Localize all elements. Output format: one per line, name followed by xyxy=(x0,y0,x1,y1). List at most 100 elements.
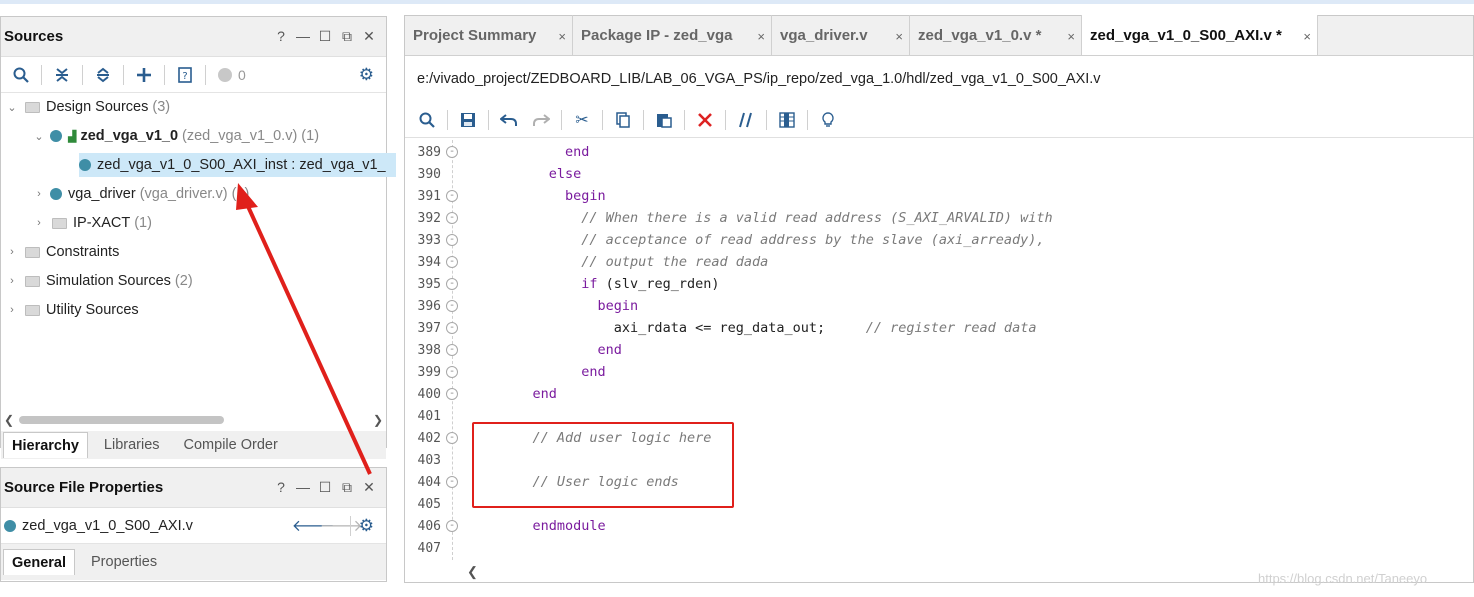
code-line[interactable]: 398- end xyxy=(405,339,1473,361)
code-line[interactable]: 390 else xyxy=(405,163,1473,185)
tree-item-ip-xact[interactable]: › IP-XACT (1) xyxy=(32,211,152,235)
column-select-icon[interactable] xyxy=(773,107,801,133)
close-icon[interactable]: ✕ xyxy=(360,28,378,45)
sources-horizontal-scrollbar[interactable]: ❮ ❯ xyxy=(1,411,386,429)
close-icon[interactable]: × xyxy=(895,29,903,44)
tree-item-zed-vga-v1-0[interactable]: ⌄ ▟ zed_vga_v1_0 (zed_vga_v1_0.v) (1) xyxy=(32,124,319,148)
save-icon[interactable] xyxy=(454,107,482,133)
unknown-status-icon[interactable]: ? xyxy=(171,62,199,88)
close-icon[interactable]: × xyxy=(558,29,566,44)
undo-icon[interactable] xyxy=(495,107,523,133)
tree-item-s00-axi-inst[interactable]: zed_vga_v1_0_S00_AXI_inst : zed_vga_v1_ xyxy=(79,153,396,177)
code-line[interactable]: 407 xyxy=(405,537,1473,559)
scroll-right-icon[interactable]: ❯ xyxy=(370,413,386,427)
code-line[interactable]: 397- axi_rdata <= reg_data_out; // regis… xyxy=(405,317,1473,339)
float-icon[interactable]: ⧉ xyxy=(338,28,356,45)
maximize-icon[interactable]: ☐ xyxy=(316,28,334,45)
add-sources-icon[interactable] xyxy=(130,62,158,88)
close-icon[interactable]: ✕ xyxy=(360,479,378,496)
fold-marker-icon[interactable]: - xyxy=(446,212,458,224)
search-icon[interactable] xyxy=(7,62,35,88)
tree-item-simulation-sources[interactable]: › Simulation Sources (2) xyxy=(5,269,193,293)
chevron-right-icon[interactable]: › xyxy=(5,275,19,287)
tree-item-utility-sources[interactable]: › Utility Sources xyxy=(5,298,139,322)
chevron-right-icon[interactable]: › xyxy=(32,188,46,200)
chevron-right-icon[interactable]: › xyxy=(5,246,19,258)
code-line[interactable]: 406- endmodule xyxy=(405,515,1473,537)
fold-marker-icon[interactable]: - xyxy=(446,432,458,444)
close-icon[interactable]: × xyxy=(1067,29,1075,44)
redo-icon[interactable] xyxy=(527,107,555,133)
properties-file-name: zed_vga_v1_0_S00_AXI.v xyxy=(22,517,193,534)
lightbulb-icon[interactable] xyxy=(814,107,842,133)
properties-file: zed_vga_v1_0_S00_AXI.v xyxy=(4,518,292,534)
code-line[interactable]: 391- begin xyxy=(405,185,1473,207)
close-icon[interactable]: × xyxy=(1303,29,1311,44)
tab-package-ip[interactable]: Package IP - zed_vga × xyxy=(573,15,772,55)
fold-marker-icon[interactable]: - xyxy=(446,322,458,334)
help-icon[interactable]: ? xyxy=(272,28,290,45)
minimize-icon[interactable]: — xyxy=(294,479,312,496)
tab-hierarchy[interactable]: Hierarchy xyxy=(3,432,88,458)
code-line[interactable]: 395- if (slv_reg_rden) xyxy=(405,273,1473,295)
fold-marker-icon[interactable]: - xyxy=(446,190,458,202)
fold-marker-icon[interactable]: - xyxy=(446,146,458,158)
gear-icon[interactable]: ⚙ xyxy=(359,65,374,85)
fold-marker-icon[interactable]: - xyxy=(446,278,458,290)
fold-marker-icon[interactable]: - xyxy=(446,520,458,532)
chevron-right-icon[interactable]: › xyxy=(5,304,19,316)
tree-item-constraints[interactable]: › Constraints xyxy=(5,240,119,264)
code-line[interactable]: 392- // When there is a valid read addre… xyxy=(405,207,1473,229)
maximize-icon[interactable]: ☐ xyxy=(316,479,334,496)
fold-marker-icon[interactable]: - xyxy=(446,256,458,268)
code-line[interactable]: 399- end xyxy=(405,361,1473,383)
code-line[interactable]: 396- begin xyxy=(405,295,1473,317)
scroll-left-icon[interactable]: ❮ xyxy=(1,413,17,427)
code-comment: // output the read dada xyxy=(581,254,769,270)
minimize-icon[interactable]: — xyxy=(294,28,312,45)
fold-marker-icon[interactable]: - xyxy=(446,476,458,488)
cut-icon[interactable]: ✂ xyxy=(568,107,596,133)
fold-marker-icon[interactable]: - xyxy=(446,388,458,400)
chevron-down-icon[interactable]: ⌄ xyxy=(5,101,19,114)
code-line[interactable]: 394- // output the read dada xyxy=(405,251,1473,273)
fold-marker-icon[interactable]: - xyxy=(446,300,458,312)
tab-properties[interactable]: Properties xyxy=(83,549,165,575)
tab-project-summary[interactable]: Project Summary × xyxy=(405,15,573,55)
status-count-value: 0 xyxy=(238,66,246,83)
tree-item-vga-driver[interactable]: › vga_driver (vga_driver.v) (1) xyxy=(32,182,249,206)
forward-arrow-icon[interactable]: 🡒 xyxy=(320,515,363,536)
fold-marker-icon[interactable]: - xyxy=(446,366,458,378)
tab-libraries[interactable]: Libraries xyxy=(96,432,168,458)
toggle-comment-icon[interactable] xyxy=(732,107,760,133)
code-line[interactable]: 393- // acceptance of read address by th… xyxy=(405,229,1473,251)
gear-icon[interactable]: ⚙ xyxy=(359,516,374,536)
close-icon[interactable]: × xyxy=(757,29,765,44)
tab-vga-driver[interactable]: vga_driver.v × xyxy=(772,15,910,55)
code-line[interactable]: 389- end xyxy=(405,141,1473,163)
fold-marker-icon[interactable]: - xyxy=(446,344,458,356)
back-arrow-icon[interactable]: 🡐 xyxy=(292,515,335,536)
copy-icon[interactable] xyxy=(609,107,637,133)
scroll-left-icon[interactable]: ❮ xyxy=(467,564,478,580)
expand-all-icon[interactable] xyxy=(89,62,117,88)
line-number: 403 xyxy=(417,452,441,468)
collapse-all-icon[interactable] xyxy=(48,62,76,88)
paste-icon[interactable] xyxy=(650,107,678,133)
scroll-thumb[interactable] xyxy=(19,416,224,424)
tree-item-design-sources[interactable]: ⌄ Design Sources (3) xyxy=(5,95,170,119)
chevron-right-icon[interactable]: › xyxy=(32,217,46,229)
tab-zed-vga-s00-axi[interactable]: zed_vga_v1_0_S00_AXI.v * × xyxy=(1082,15,1318,55)
float-icon[interactable]: ⧉ xyxy=(338,479,356,496)
tab-zed-vga-v1-0[interactable]: zed_vga_v1_0.v * × xyxy=(910,15,1082,55)
tab-general[interactable]: General xyxy=(3,549,75,575)
search-icon[interactable] xyxy=(413,107,441,133)
fold-marker-icon[interactable]: - xyxy=(446,234,458,246)
delete-icon[interactable] xyxy=(691,107,719,133)
scroll-track[interactable] xyxy=(17,415,370,425)
code-line[interactable]: 400- end xyxy=(405,383,1473,405)
help-icon[interactable]: ? xyxy=(272,479,290,496)
tab-compile-order[interactable]: Compile Order xyxy=(176,432,286,458)
chevron-down-icon[interactable]: ⌄ xyxy=(32,130,46,143)
